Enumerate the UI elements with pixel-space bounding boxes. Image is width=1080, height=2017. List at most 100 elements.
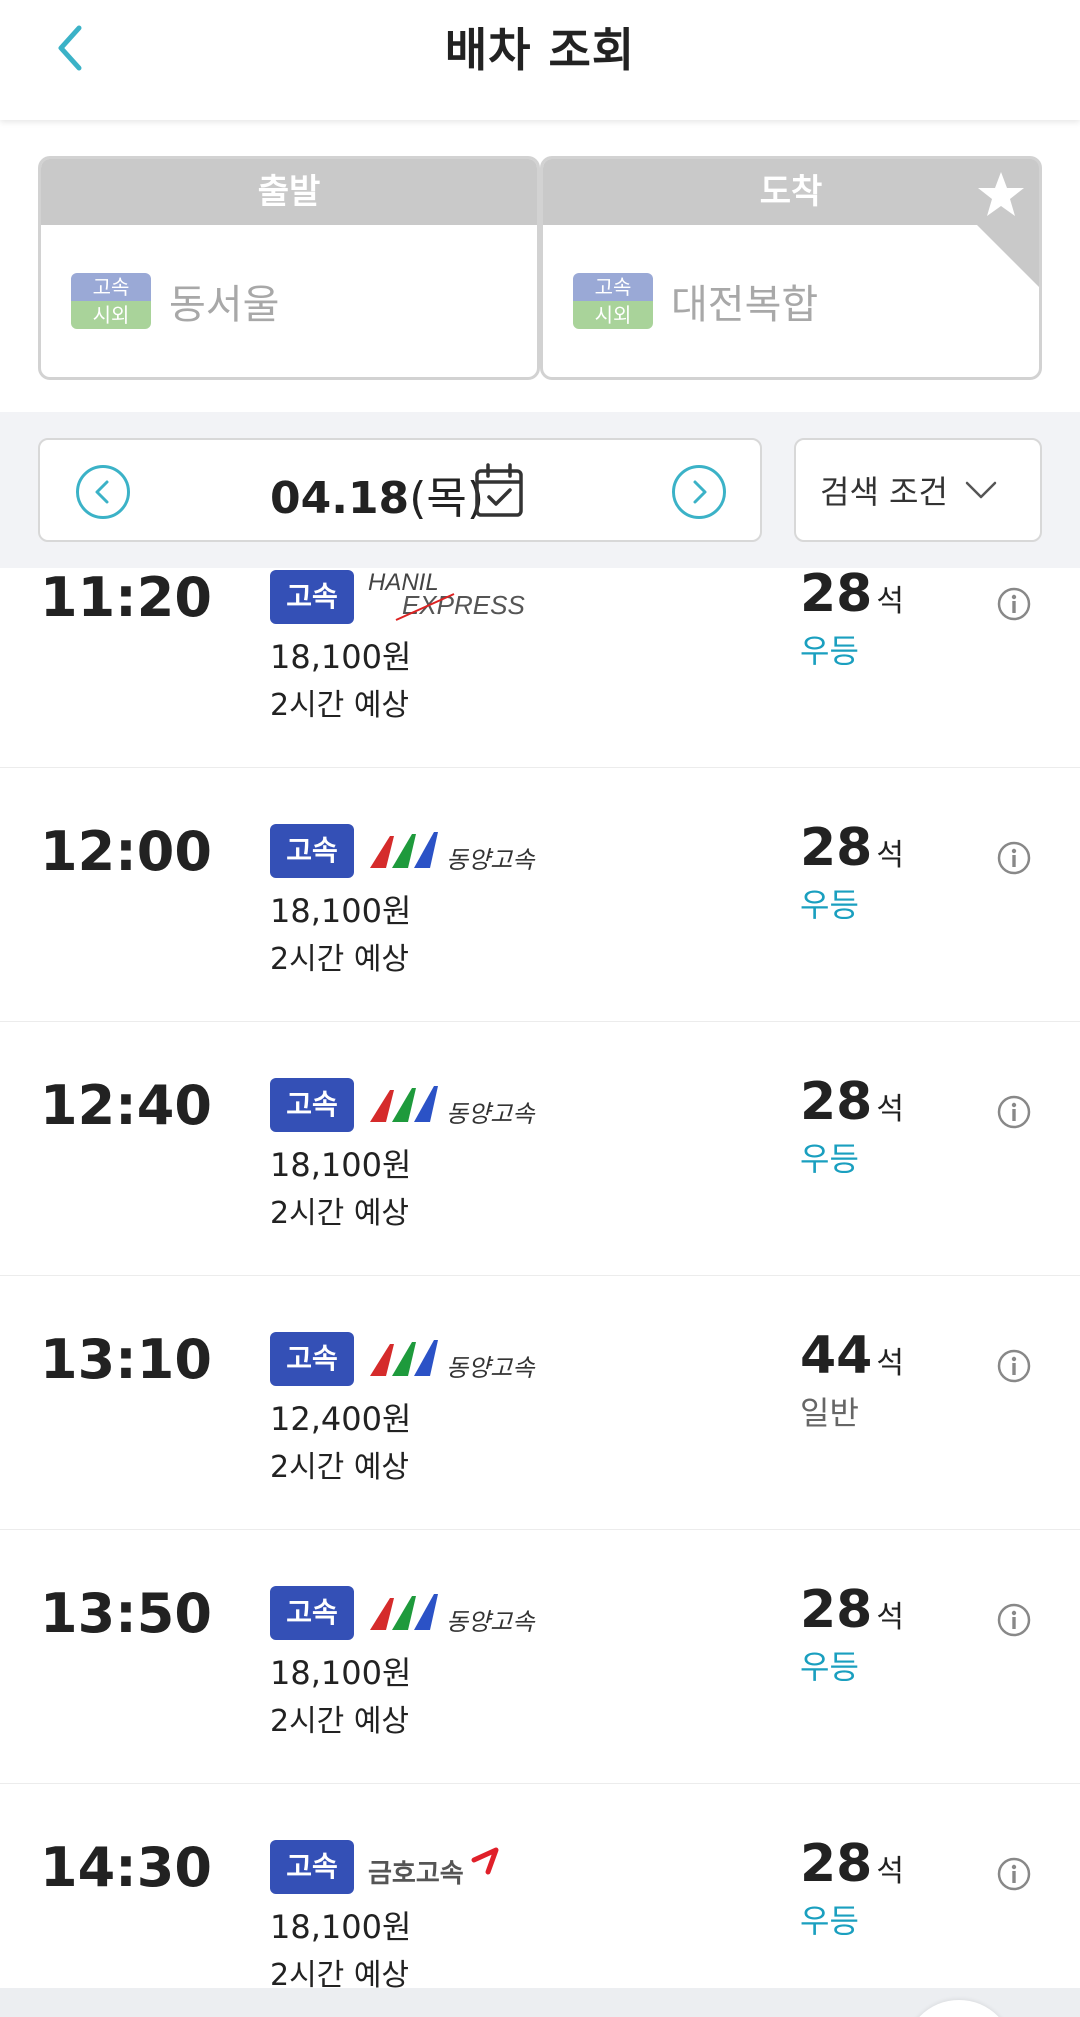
fare: 12,400원 [270, 1400, 412, 1438]
seat-unit: 석 [876, 1346, 904, 1381]
date-value: 04.18 [270, 473, 410, 524]
fare: 18,100원 [270, 638, 412, 676]
search-filter-dropdown[interactable]: 검색 조건 [794, 438, 1042, 542]
mode-express-label: 고속 [573, 273, 653, 301]
svg-text:동양고속: 동양고속 [446, 1100, 536, 1128]
remaining-seats: 28 석 [800, 1834, 904, 1894]
departure-time: 13:50 [40, 1582, 212, 1645]
dongyang-logo: 동양고속 [370, 1340, 536, 1382]
dongyang-logo: 동양고속 [370, 1594, 536, 1636]
remaining-seats: 28 석 [800, 1072, 904, 1132]
fare: 18,100원 [270, 1908, 412, 1946]
remaining-seats: 28 석 [800, 568, 904, 624]
schedule-row[interactable]: 12:40 고속 동양고속 18,100원 2시간 예상 28 석 우등 [0, 1022, 1080, 1276]
info-icon[interactable] [996, 586, 1032, 622]
page-title: 배차 조회 [444, 23, 636, 77]
duration: 2시간 예상 [270, 942, 410, 977]
kumho-logo: 금호고속 [368, 1847, 499, 1889]
prev-date-button[interactable] [76, 465, 130, 519]
remaining-seats: 28 석 [800, 1580, 904, 1640]
departure-label: 출발 [41, 159, 537, 225]
schedule-row[interactable]: 12:00 고속 동양고속 18,100원 2시간 예상 28 석 우등 [0, 768, 1080, 1022]
seat-count: 44 [800, 1326, 873, 1386]
chevron-right-icon [693, 480, 707, 504]
calendar-icon[interactable] [474, 462, 524, 518]
departure-card[interactable]: 출발 고속 시외 동서울 [38, 156, 540, 380]
departure-time: 12:40 [40, 1074, 212, 1137]
chevron-down-icon [965, 481, 997, 499]
info-icon[interactable] [996, 840, 1032, 876]
info-icon[interactable] [996, 1348, 1032, 1384]
seat-class: 일반 [800, 1394, 859, 1432]
bottom-bar [0, 1988, 1080, 2017]
dongyang-logo: 동양고속 [370, 832, 536, 874]
departure-body: 고속 시외 동서울 [41, 225, 537, 377]
duration: 2시간 예상 [270, 1958, 410, 1988]
grade-tag: 고속 [270, 570, 354, 624]
dongyang-logo: 동양고속 [370, 1086, 536, 1128]
svg-text:동양고속: 동양고속 [446, 1608, 536, 1636]
grade-tag: 고속 [270, 1586, 354, 1640]
route-selector: 출발 고속 시외 동서울 도착 고속 시외 대전복합 [0, 120, 1080, 412]
departure-station: 동서울 [169, 282, 280, 328]
bus-mode-badge: 고속 시외 [573, 273, 653, 329]
seat-unit: 석 [876, 838, 904, 873]
seat-count: 28 [800, 568, 873, 624]
svg-text:EXPRESS: EXPRESS [402, 590, 525, 620]
remaining-seats: 28 석 [800, 818, 904, 878]
schedule-list: 11:20 고속 HANIL EXPRESS 18,100원 2시간 예상 28… [0, 568, 1080, 1988]
arrival-card[interactable]: 도착 고속 시외 대전복합 [540, 156, 1042, 380]
seat-class: 우등 [800, 1648, 859, 1686]
fare: 18,100원 [270, 1654, 412, 1692]
date-selector: 04.18(목) [38, 438, 762, 542]
arrival-station: 대전복합 [671, 282, 819, 328]
seat-count: 28 [800, 1834, 873, 1894]
departure-time: 12:00 [40, 820, 212, 883]
seat-class: 우등 [800, 886, 859, 924]
departure-time: 13:10 [40, 1328, 212, 1391]
seat-class: 우등 [800, 1140, 859, 1178]
svg-text:금호고속: 금호고속 [368, 1859, 464, 1889]
mode-express-label: 고속 [71, 273, 151, 301]
duration: 2시간 예상 [270, 688, 410, 723]
next-date-button[interactable] [672, 465, 726, 519]
departure-time: 11:20 [40, 568, 212, 629]
chevron-left-icon [95, 480, 109, 504]
seat-class: 우등 [800, 632, 859, 670]
duration: 2시간 예상 [270, 1196, 410, 1231]
date-filter-bar: 04.18(목) 검색 조건 [0, 412, 1080, 568]
duration: 2시간 예상 [270, 1450, 410, 1485]
fare: 18,100원 [270, 892, 412, 930]
remaining-seats: 44 석 [800, 1326, 904, 1386]
seat-count: 28 [800, 1072, 873, 1132]
weekday-value: (목) [409, 473, 484, 524]
filter-label: 검색 조건 [820, 473, 948, 511]
seat-count: 28 [800, 818, 873, 878]
grade-tag: 고속 [270, 1840, 354, 1894]
duration: 2시간 예상 [270, 1704, 410, 1739]
seat-unit: 석 [876, 1854, 904, 1889]
svg-text:동양고속: 동양고속 [446, 1354, 536, 1382]
date-display[interactable]: 04.18(목) [270, 462, 484, 526]
arrival-body: 고속 시외 대전복합 [543, 225, 1039, 377]
schedule-row[interactable]: 14:30 고속 금호고속 18,100원 2시간 예상 28 석 우등 [0, 1784, 1080, 1988]
departure-time: 14:30 [40, 1836, 212, 1899]
mode-intercity-label: 시외 [71, 301, 151, 329]
grade-tag: 고속 [270, 1078, 354, 1132]
schedule-row[interactable]: 13:50 고속 동양고속 18,100원 2시간 예상 28 석 우등 [0, 1530, 1080, 1784]
schedule-row[interactable]: 13:10 고속 동양고속 12,400원 2시간 예상 44 석 일반 [0, 1276, 1080, 1530]
hanil-express-logo: HANIL EXPRESS [368, 569, 525, 621]
seat-count: 28 [800, 1580, 873, 1640]
info-icon[interactable] [996, 1094, 1032, 1130]
info-icon[interactable] [996, 1602, 1032, 1638]
grade-tag: 고속 [270, 824, 354, 878]
schedule-row[interactable]: 11:20 고속 HANIL EXPRESS 18,100원 2시간 예상 28… [0, 568, 1080, 768]
mode-intercity-label: 시외 [573, 301, 653, 329]
seat-unit: 석 [876, 1092, 904, 1127]
info-icon[interactable] [996, 1856, 1032, 1892]
grade-tag: 고속 [270, 1332, 354, 1386]
svg-text:동양고속: 동양고속 [446, 846, 536, 874]
seat-unit: 석 [876, 584, 904, 619]
fare: 18,100원 [270, 1146, 412, 1184]
star-icon[interactable] [975, 169, 1027, 221]
